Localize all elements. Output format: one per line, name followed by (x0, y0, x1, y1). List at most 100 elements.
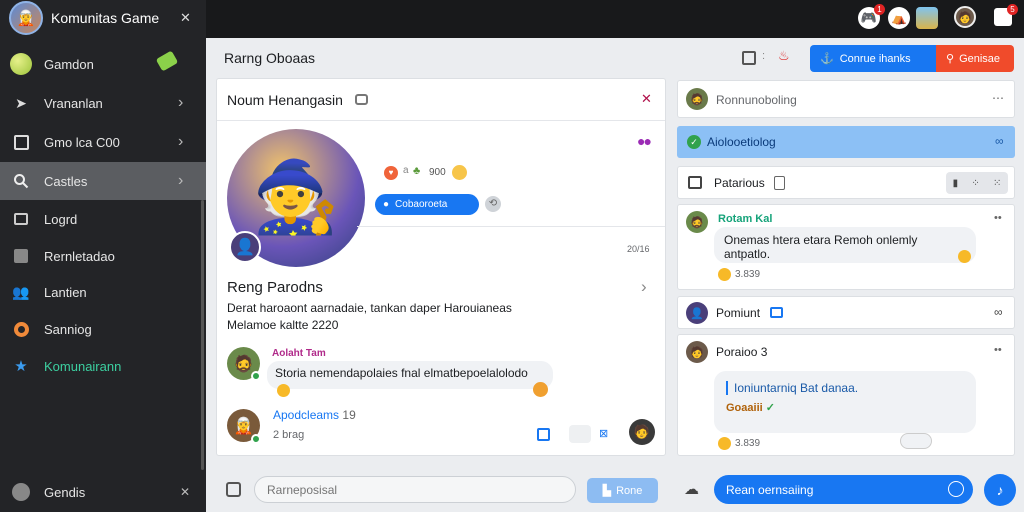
bookmark-icon[interactable] (774, 176, 785, 190)
sidebar-footer[interactable]: Gendis ✕ (0, 473, 206, 511)
bubble-icon: ● (383, 199, 390, 210)
more-icon[interactable]: •• (994, 212, 1002, 224)
section-header: Patarious ▮ ⁘ ⁙ (677, 166, 1015, 199)
sidebar-item-lantien[interactable]: 👥 Lantien (0, 273, 206, 311)
pinned-avatar[interactable]: 👤 (686, 302, 708, 324)
sidebar-item-castles[interactable]: Castles › (0, 162, 206, 200)
sidebar-item-gamdon[interactable]: Gamdon (0, 45, 206, 83)
emoji-icon[interactable] (277, 384, 290, 397)
sidebar-item-label: Rernletadao (44, 248, 115, 264)
sidebar-item-label: Castles (44, 173, 88, 189)
image-icon[interactable] (569, 425, 591, 443)
wow-icon[interactable] (452, 165, 467, 180)
tent-icon[interactable]: ⛺ (888, 7, 910, 29)
sidebar-item-label: Gamdon (44, 56, 94, 72)
thread-line2: Goaaiii ✓ (726, 401, 964, 414)
thread-author[interactable]: Poraioo 3 (716, 345, 767, 359)
chart-icon (10, 245, 32, 267)
emoji-icon[interactable] (533, 382, 548, 397)
primary-action-button[interactable]: ⚓ Conrue ihanks (810, 45, 936, 72)
thread-line1: Ioniuntarniq Bat danaa. (726, 381, 964, 395)
close-icon[interactable]: ✕ (641, 91, 652, 107)
comment-author-name: Apodcleams (273, 408, 340, 422)
more-icon[interactable]: ●● (637, 133, 652, 149)
link-icon[interactable]: ∞ (995, 134, 1004, 148)
chat-title: Ronnunoboling (716, 93, 797, 107)
small-avatar[interactable]: 👤 (229, 231, 261, 263)
settings-icon (10, 318, 32, 340)
sidebar-item-komunairann[interactable]: ★ Komunairann (0, 347, 206, 385)
thread-avatar[interactable]: 🧔 (686, 211, 708, 233)
reply-placeholder: Rean oernsaiing (726, 482, 814, 497)
online-dot (251, 371, 261, 381)
toolbar-group[interactable]: ▮ ⁘ ⁙ (946, 172, 1008, 194)
mic-button[interactable]: ♪ (984, 474, 1016, 506)
close-icon[interactable]: ✕ (180, 485, 190, 499)
sidebar-item-sanniog[interactable]: Sanniog (0, 310, 206, 348)
check-icon: ✓ (765, 402, 775, 414)
page-title: Rarng Oboaas (224, 50, 316, 66)
sidebar-footer-label: Gendis (44, 484, 86, 500)
status-pill[interactable]: ● Cobaoroeta (375, 194, 479, 215)
sidebar-item-label: Lantien (44, 284, 87, 300)
copy-icon[interactable] (742, 51, 756, 65)
pinned-card: 👤 Pomiunt ∞ (677, 296, 1015, 329)
comment-author[interactable]: Aolaht Tam (272, 348, 326, 359)
thread-card: 🧔 Rotam Kal •• Onemas htera etara Remoh … (677, 204, 1015, 290)
emoji-icon[interactable] (948, 481, 964, 497)
sidebar-item-logrd[interactable]: Logrd (0, 200, 206, 238)
comment-text: Storia nemendapolaies fnal elmatbepoelal… (275, 366, 528, 380)
pinned-title: Pomiunt (716, 306, 761, 320)
sidebar-item-label: Logrd (44, 211, 78, 227)
expand-icon[interactable]: ⁘ (971, 178, 979, 189)
composer-input[interactable] (254, 476, 576, 503)
user-avatar[interactable]: 🧑 (954, 6, 976, 28)
sidebar-item-vrananlan[interactable]: ➤ Vrananlan › (0, 84, 206, 122)
profile-name: Reng Parodns (227, 279, 323, 296)
refresh-icon[interactable]: ⟲ (485, 196, 501, 212)
landscape-icon[interactable] (916, 7, 938, 29)
link-icon[interactable]: ∞ (994, 305, 1003, 319)
online-dot (251, 434, 261, 444)
reply-input[interactable]: Rean oernsaiing (714, 475, 973, 504)
sidebar-item-gmo[interactable]: Gmo lca C00 › (0, 123, 206, 161)
play-icon[interactable] (537, 428, 550, 441)
send-label: Rone (616, 484, 643, 497)
chat-avatar[interactable]: 🧔 (686, 88, 708, 110)
heart-icon[interactable]: ♥ (384, 166, 398, 180)
chevron-right-icon: › (178, 94, 184, 111)
divider (217, 120, 665, 121)
profile-desc: Derat haroaont aarnadaie, tankan daper H… (227, 301, 512, 315)
reaction-pill[interactable] (900, 433, 932, 449)
active-chat-item[interactable]: ✓ Aiolooetiolog ∞ (677, 126, 1015, 158)
chevron-right-icon: › (178, 172, 184, 189)
comment-author[interactable]: Apodcleams 19 (273, 408, 356, 422)
post-time: 20/16 (627, 244, 650, 254)
thread-avatar[interactable]: 🧑 (686, 341, 708, 363)
more-icon[interactable]: ⋯ (992, 91, 1004, 105)
thread-bubble: Ioniuntarniq Bat danaa. Goaaiii ✓ (714, 371, 976, 433)
attach-icon[interactable] (226, 482, 241, 497)
chevron-right-icon[interactable]: › (641, 277, 647, 297)
more-icon[interactable]: •• (994, 344, 1002, 356)
grid-icon[interactable]: ⁙ (993, 178, 1001, 189)
camera-icon[interactable] (770, 307, 783, 318)
thread-count: 3 (760, 345, 768, 359)
send-button[interactable]: ▙ Rone (587, 478, 658, 503)
active-chat-label: Aiolooetiolog (707, 135, 776, 149)
secondary-action-button[interactable]: ⚲ Genisae (936, 45, 1014, 72)
cloud-icon[interactable]: ☁ (684, 480, 699, 498)
app-avatar[interactable]: 🧝 (9, 1, 43, 35)
commenter-avatar[interactable]: 🧑 (629, 419, 655, 445)
sidebar-item-rernletadao[interactable]: Rernletadao (0, 237, 206, 275)
post-card-title: Noum Henangasin (227, 92, 343, 108)
rocket-icon[interactable]: ♨ (778, 48, 790, 64)
emoji-icon[interactable] (958, 250, 971, 263)
gif-icon[interactable]: ⊠ (599, 427, 608, 440)
dot-icon: : (762, 50, 766, 62)
thread-author[interactable]: Rotam Kal (718, 213, 772, 225)
tag-icon (155, 50, 179, 72)
sidebar-scrollbar[interactable] (201, 200, 204, 470)
flag-icon[interactable]: ▮ (953, 178, 959, 189)
app-close-icon[interactable]: ✕ (180, 10, 191, 26)
